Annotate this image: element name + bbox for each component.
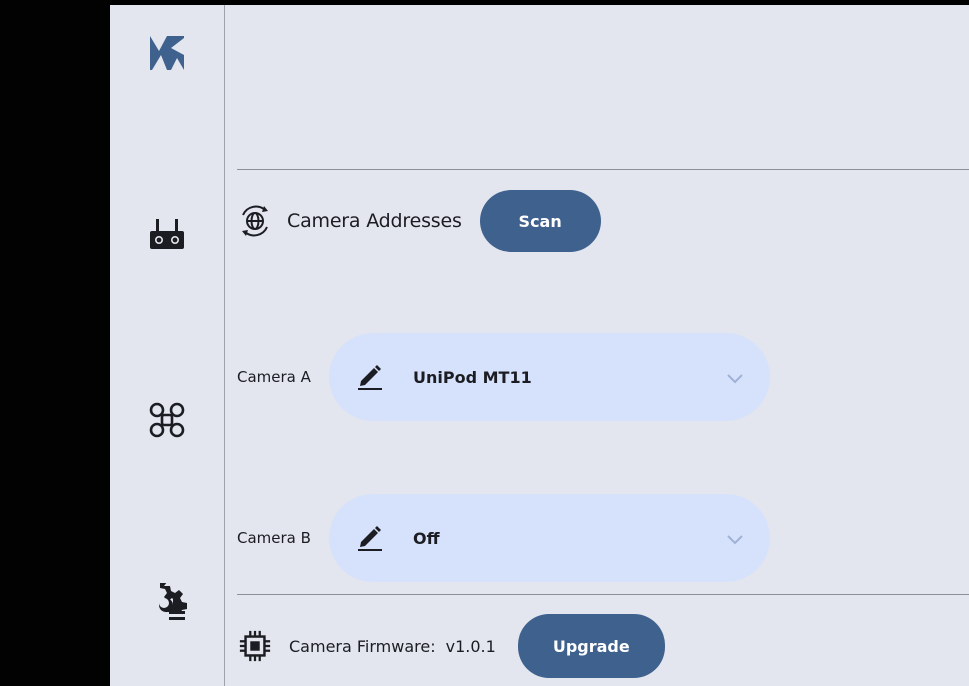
- camera-b-row: Camera B Off: [237, 494, 770, 582]
- camera-settings-panel: Camera Addresses Scan Camera A UniPod MT…: [225, 5, 969, 686]
- chevron-down-icon: [727, 374, 743, 384]
- edit-pencil-icon: [358, 526, 382, 551]
- drone-glyph: [149, 402, 185, 438]
- remote-glyph: [150, 219, 184, 249]
- camera-shutter-glyph: [150, 36, 184, 70]
- drone-icon[interactable]: [144, 397, 190, 443]
- app-window: Camera Addresses Scan Camera A UniPod MT…: [110, 5, 969, 686]
- camera-a-label: Camera A: [237, 368, 311, 386]
- camera-a-value: UniPod MT11: [413, 367, 532, 387]
- chevron-down-icon: [727, 535, 743, 545]
- camera-addresses-title: Camera Addresses: [287, 210, 462, 232]
- left-black-bezel: [0, 0, 110, 686]
- settings-list-icon[interactable]: [144, 580, 190, 626]
- remote-controller-icon[interactable]: [144, 212, 190, 258]
- edit-pencil-icon: [358, 365, 382, 390]
- camera-addresses-header: Camera Addresses Scan: [237, 190, 601, 252]
- camera-b-label: Camera B: [237, 529, 311, 547]
- camera-firmware-version: v1.0.1: [445, 636, 496, 656]
- network-sync-icon: [237, 203, 273, 239]
- nav-rail: [110, 5, 224, 686]
- gear-list-glyph: [159, 583, 187, 620]
- scan-button[interactable]: Scan: [479, 190, 601, 252]
- camera-a-dropdown[interactable]: UniPod MT11: [329, 333, 770, 421]
- camera-firmware-label: Camera Firmware:: [289, 636, 436, 656]
- chip-icon: [237, 628, 273, 664]
- camera-b-value: Off: [413, 528, 440, 548]
- section-divider: [237, 594, 969, 595]
- camera-b-dropdown[interactable]: Off: [329, 494, 770, 582]
- section-divider: [237, 169, 969, 170]
- camera-a-row: Camera A UniPod MT11: [237, 333, 770, 421]
- camera-firmware-row: Camera Firmware: v1.0.1 Upgrade: [237, 614, 665, 678]
- camera-icon[interactable]: [144, 30, 190, 76]
- upgrade-button[interactable]: Upgrade: [517, 614, 665, 678]
